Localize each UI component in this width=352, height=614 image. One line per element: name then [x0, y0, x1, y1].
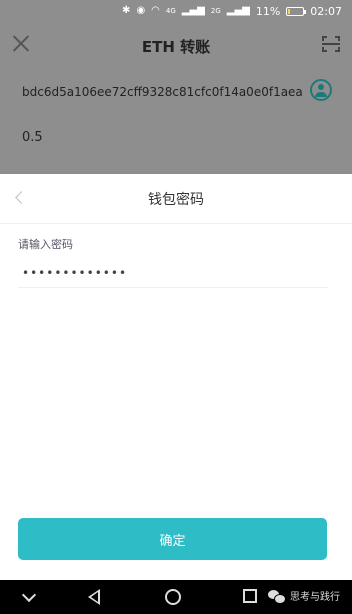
contacts-icon[interactable]	[310, 79, 332, 101]
status-bar: ✱ ◉ ◠ 4G ▂▄▆ 2G ▂▄▆ 11% 02:07	[0, 0, 352, 22]
nav-back-icon[interactable]	[88, 589, 100, 605]
transfer-amount: 0.5	[22, 130, 43, 145]
bluetooth-icon: ✱	[122, 5, 131, 16]
wifi-icon: ◠	[151, 5, 160, 16]
wechat-icon	[268, 589, 286, 604]
sheet-header: 钱包密码	[0, 174, 352, 224]
watermark: 思考与践行	[268, 588, 340, 604]
password-input[interactable]	[18, 258, 328, 288]
wallet-password-sheet: 钱包密码 请输入密码 确定	[0, 174, 352, 580]
chevron-down-icon[interactable]	[22, 589, 36, 603]
signal-2g-label: 2G	[210, 6, 221, 15]
transfer-header: ETH 转账	[0, 22, 352, 70]
watermark-text: 思考与践行	[290, 592, 340, 603]
confirm-button[interactable]: 确定	[18, 518, 327, 560]
battery-icon	[286, 6, 307, 16]
eye-icon: ◉	[136, 5, 146, 16]
close-icon[interactable]	[12, 34, 30, 52]
nav-home-icon[interactable]	[165, 589, 181, 605]
back-arrow-icon[interactable]	[14, 191, 24, 205]
battery-percent: 11%	[255, 4, 281, 18]
scan-icon[interactable]	[322, 36, 340, 52]
transfer-screen-dimmed: ETH 转账 bdc6d5a106ee72cff9328c81cfc0f14a0…	[0, 22, 352, 174]
battery-fill	[288, 8, 291, 14]
signal-icon-2: ▂▄▆	[226, 5, 250, 16]
clock: 02:07	[310, 4, 342, 18]
system-nav-bar: 思考与践行	[0, 580, 352, 614]
nav-recent-icon[interactable]	[243, 589, 257, 603]
recipient-address-row: bdc6d5a106ee72cff9328c81cfc0f14a0e0f1aea	[0, 70, 352, 114]
password-label: 请输入密码	[18, 238, 73, 251]
signal-4g-label: 4G	[165, 6, 176, 15]
recipient-address: bdc6d5a106ee72cff9328c81cfc0f14a0e0f1aea	[22, 85, 303, 99]
transfer-title: ETH 转账	[141, 37, 211, 56]
sheet-title: 钱包密码	[148, 191, 204, 208]
signal-icon: ▂▄▆	[181, 5, 205, 16]
